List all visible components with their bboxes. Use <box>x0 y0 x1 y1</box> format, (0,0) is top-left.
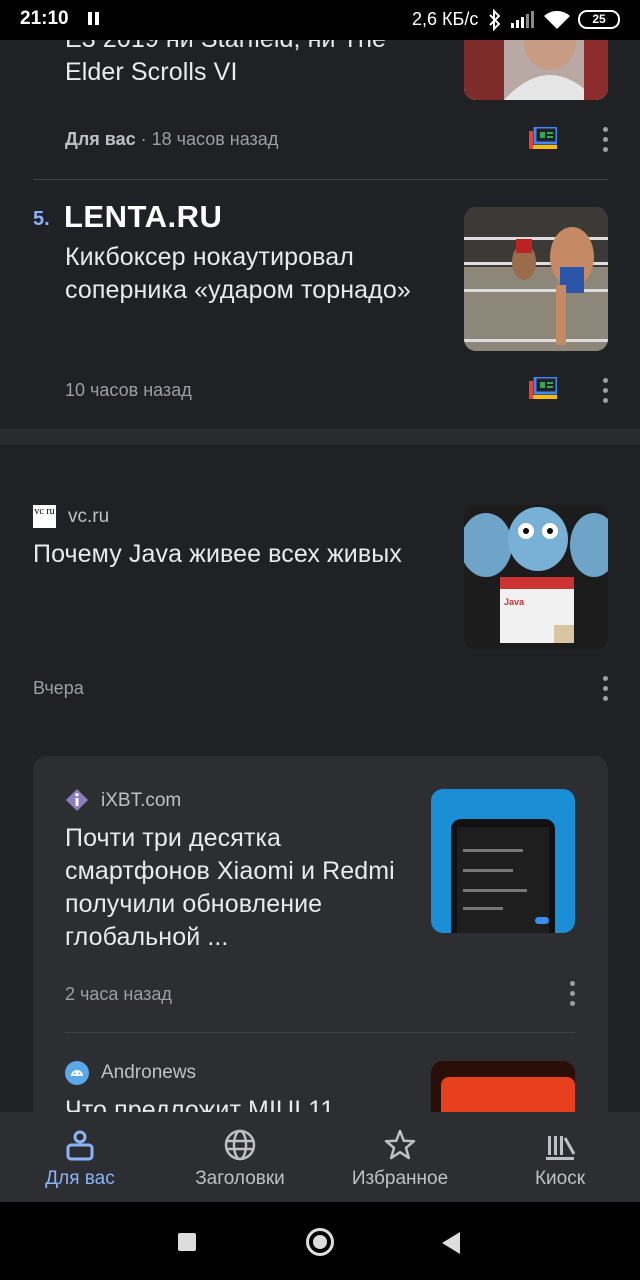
newsstand-icon <box>546 1136 576 1160</box>
more-options-icon[interactable] <box>603 127 609 153</box>
story-source-label: Для вас <box>65 129 136 149</box>
thumbnail-caption: Java <box>504 597 525 607</box>
story-title[interactable]: Почему Java живее всех живых <box>33 538 453 571</box>
nav-label: Заголовки <box>195 1168 285 1189</box>
story-time: 2 часа назад <box>65 984 172 1004</box>
nav-for-you[interactable]: Для вас <box>0 1112 160 1202</box>
system-navigation-bar <box>0 1202 640 1280</box>
andronews-logo-icon <box>65 1061 89 1085</box>
screen: 21:10 2,6 КБ/с 25 E3 2019 ни Starfield, … <box>0 0 640 1280</box>
story-thumbnail[interactable] <box>431 789 575 933</box>
network-speed: 2,6 КБ/с <box>412 9 479 29</box>
story-thumbnail[interactable] <box>464 207 608 351</box>
bluetooth-icon <box>489 9 501 31</box>
home-dot-icon <box>313 1235 327 1249</box>
wifi-icon <box>544 10 570 29</box>
pause-icon <box>88 12 100 26</box>
story-title[interactable]: Что предложит MIUI 11 <box>65 1094 415 1112</box>
nav-label: Избранное <box>351 1168 449 1189</box>
nav-headlines[interactable]: Заголовки <box>160 1112 320 1202</box>
feed[interactable]: E3 2019 ни Starfield, ни The Elder Scrol… <box>0 40 640 1112</box>
more-options-icon[interactable] <box>570 981 576 1007</box>
home-button[interactable] <box>306 1228 334 1256</box>
story-title[interactable]: E3 2019 ни Starfield, ни The Elder Scrol… <box>65 40 445 89</box>
story-number: 5. <box>33 208 50 230</box>
story-meta: Для вас · 18 часов назад <box>65 129 278 150</box>
nav-label: Для вас <box>45 1168 115 1189</box>
divider <box>65 1032 575 1033</box>
nav-label: Киоск <box>534 1168 586 1189</box>
story-source: iXBT.com <box>101 790 182 811</box>
status-bar: 21:10 2,6 КБ/с 25 <box>0 0 640 40</box>
story-thumbnail[interactable] <box>464 40 608 100</box>
for-you-icon <box>66 1130 94 1161</box>
back-button[interactable] <box>440 1231 462 1255</box>
publisher-logo: LENTA.RU <box>64 199 223 234</box>
nav-favorites[interactable]: Избранное <box>320 1112 480 1202</box>
story-group-card[interactable]: iXBT.com Почти три десятка смартфонов Xi… <box>33 756 608 1112</box>
status-time: 21:10 <box>20 8 69 29</box>
more-options-icon[interactable] <box>603 676 609 702</box>
story-source: vc.ru <box>68 506 110 527</box>
story-time: 10 часов назад <box>65 380 192 400</box>
recents-button[interactable] <box>178 1233 196 1251</box>
signal-icon <box>511 11 534 28</box>
battery-icon: 25 <box>578 10 620 29</box>
story-time: Вчера <box>33 678 84 698</box>
more-options-icon[interactable] <box>603 378 609 404</box>
star-icon <box>384 1129 416 1160</box>
story-thumbnail[interactable]: Java <box>464 505 608 649</box>
story-source: Andronews <box>101 1062 197 1083</box>
story-time: · 18 часов назад <box>135 129 279 149</box>
ixbt-logo-icon <box>66 789 88 811</box>
full-coverage-icon[interactable] <box>529 377 557 399</box>
globe-icon <box>224 1129 256 1161</box>
nav-newsstand[interactable]: Киоск <box>480 1112 640 1202</box>
section-separator <box>0 429 640 445</box>
story-title[interactable]: Кикбоксер нокаутировал соперника «ударом… <box>65 241 445 307</box>
story-title[interactable]: Почти три десятка смартфонов Xiaomi и Re… <box>65 822 415 954</box>
story-thumbnail[interactable] <box>431 1061 575 1112</box>
divider <box>33 179 608 180</box>
source-logo-icon: vc ru <box>33 505 56 528</box>
bottom-navigation: Для вас Заголовки Избранное Киоск <box>0 1112 640 1202</box>
full-coverage-icon[interactable] <box>529 127 557 149</box>
